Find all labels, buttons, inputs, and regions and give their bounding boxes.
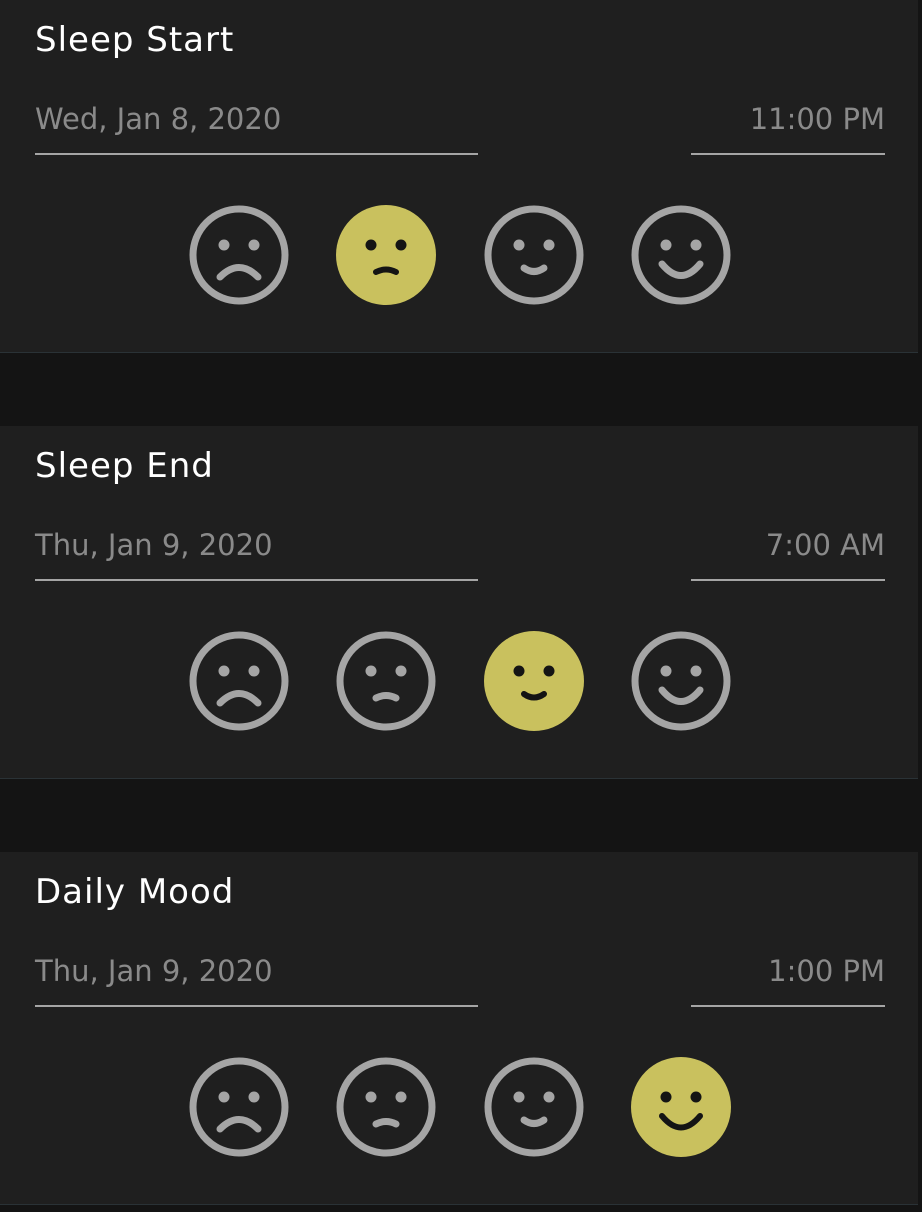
slight-smile-face-icon[interactable]	[481, 1054, 587, 1160]
time-field[interactable]: 7:00 AM	[691, 514, 885, 581]
neutral-face-icon[interactable]	[333, 202, 439, 308]
mood-selector	[0, 628, 918, 734]
sad-face-icon[interactable]	[186, 628, 292, 734]
neutral-face-icon[interactable]	[333, 628, 439, 734]
date-value: Thu, Jan 9, 2020	[35, 954, 273, 988]
card-title: Sleep End	[35, 446, 214, 486]
time-value: 11:00 PM	[749, 102, 885, 136]
happy-face-icon[interactable]	[628, 1054, 734, 1160]
time-field[interactable]: 11:00 PM	[691, 88, 885, 155]
card-title: Sleep Start	[35, 20, 235, 60]
date-value: Wed, Jan 8, 2020	[35, 102, 282, 136]
happy-face-icon[interactable]	[628, 202, 734, 308]
daily-mood-card: Daily Mood Thu, Jan 9, 2020 1:00 PM	[0, 852, 918, 1205]
time-value: 7:00 AM	[765, 528, 885, 562]
sad-face-icon[interactable]	[186, 1054, 292, 1160]
date-field[interactable]: Thu, Jan 9, 2020	[35, 940, 478, 1007]
date-field[interactable]: Thu, Jan 9, 2020	[35, 514, 478, 581]
sad-face-icon[interactable]	[186, 202, 292, 308]
date-value: Thu, Jan 9, 2020	[35, 528, 273, 562]
happy-face-icon[interactable]	[628, 628, 734, 734]
slight-smile-face-icon[interactable]	[481, 202, 587, 308]
sleep-start-card: Sleep Start Wed, Jan 8, 2020 11:00 PM	[0, 0, 918, 353]
time-field[interactable]: 1:00 PM	[691, 940, 885, 1007]
mood-selector	[0, 1054, 918, 1160]
mood-selector	[0, 202, 918, 308]
slight-smile-face-icon[interactable]	[481, 628, 587, 734]
neutral-face-icon[interactable]	[333, 1054, 439, 1160]
date-field[interactable]: Wed, Jan 8, 2020	[35, 88, 478, 155]
time-value: 1:00 PM	[768, 954, 885, 988]
card-title: Daily Mood	[35, 872, 235, 912]
sleep-end-card: Sleep End Thu, Jan 9, 2020 7:00 AM	[0, 426, 918, 779]
